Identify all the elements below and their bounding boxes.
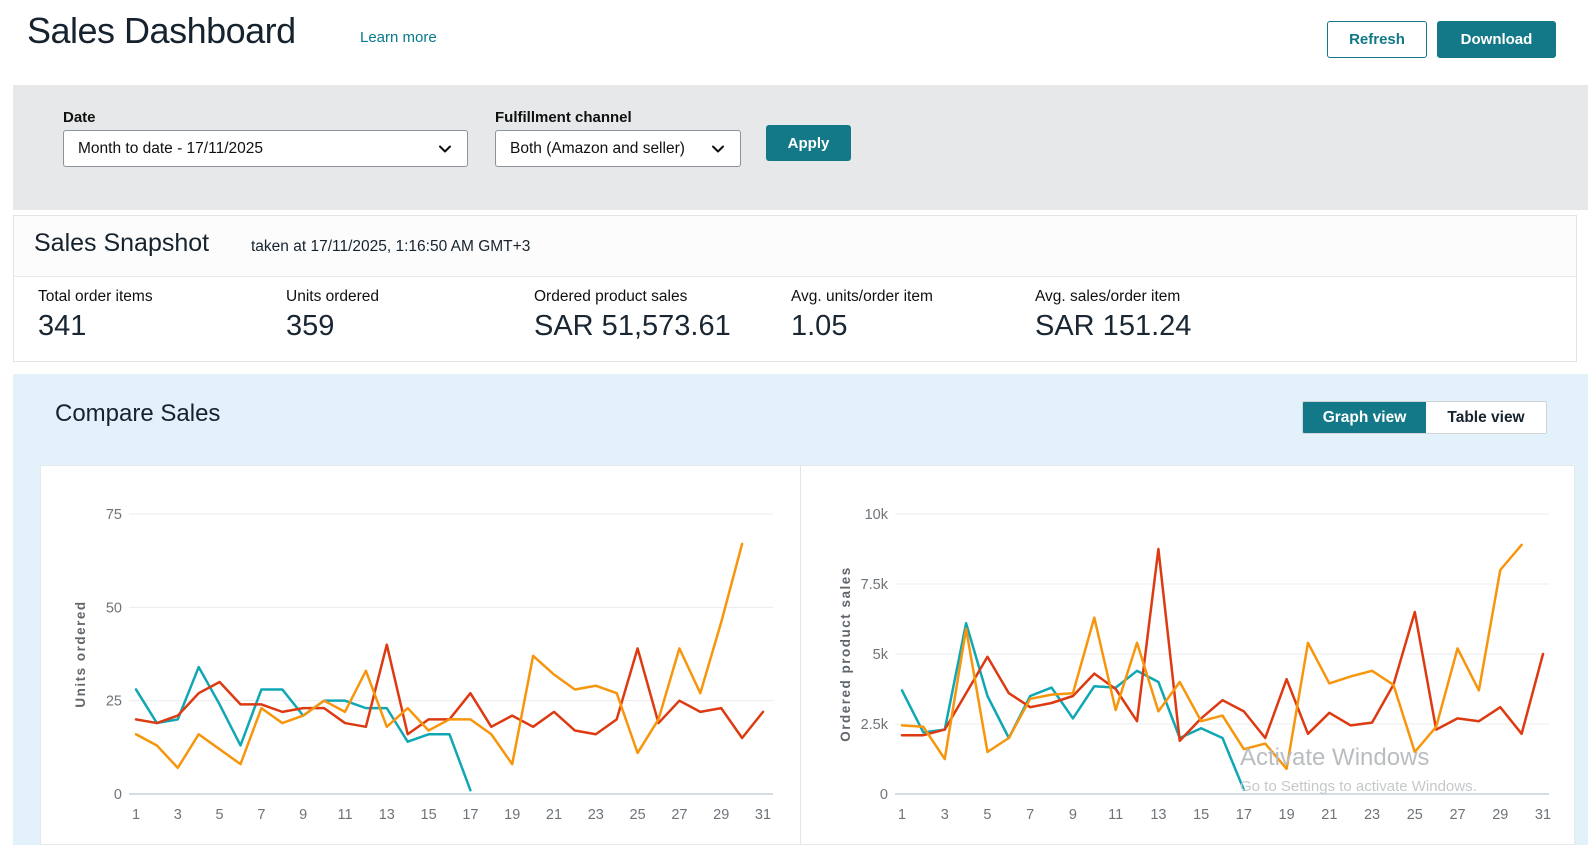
units-ordered-chart-panel: 0 25 50 75 1 3 5 7 9 11 13 15 17 19 21 23 25 27 29 31 Units … [41,466,800,844]
units-ordered-line-chart: 02550751 3 5 7 9 11 13 15 17 19 21 23 25 27 29 31Units … [73,507,773,823]
svg-text:0: 0 [880,787,888,803]
metric-avg-sales-per-order-item: Avg. sales/order item SAR 151.24 [1035,288,1191,343]
svg-text:17: 17 [1236,807,1252,823]
svg-text:25: 25 [1407,807,1423,823]
ordered-product-sales-line-chart: 02.5k5k7.5k10k1 3 5 7 9 11 13 15 17 19 21 23 25 27 29 3… [838,507,1551,823]
svg-text:19: 19 [504,807,520,823]
metric-avg-units-per-order-item: Avg. units/order item 1.05 [791,288,933,343]
sales-snapshot-header: Sales Snapshot taken at 17/11/2025, 1:16… [14,216,1576,277]
svg-text:0: 0 [114,787,122,803]
svg-text:9: 9 [299,807,307,823]
svg-text:7.5k: 7.5k [861,577,889,593]
sales-dashboard-page: Sales Dashboard Learn more Refresh Downl… [0,0,1588,845]
filter-bar: Date Month to date - 17/11/2025 Fulfillm… [13,85,1588,210]
svg-text:27: 27 [1449,807,1465,823]
table-view-button[interactable]: Table view [1426,402,1546,433]
metric-ordered-product-sales: Ordered product sales SAR 51,573.61 [534,288,731,343]
svg-text:Ordered product sales: Ordered product sales [838,566,853,742]
metric-total-order-items: Total order items 341 [38,288,153,343]
chevron-down-icon [712,145,724,152]
page-title: Sales Dashboard [27,10,296,51]
metric-label: Avg. units/order item [791,288,933,305]
metric-label: Units ordered [286,288,380,305]
date-select-value: Month to date - 17/11/2025 [78,139,263,157]
svg-text:5: 5 [216,807,224,823]
svg-text:17: 17 [462,807,478,823]
svg-text:15: 15 [421,807,437,823]
compare-sales-title: Compare Sales [55,400,221,427]
metric-value: 341 [38,310,87,342]
svg-text:3: 3 [174,807,182,823]
svg-text:25: 25 [630,807,646,823]
download-button[interactable]: Download [1437,21,1556,58]
svg-text:1: 1 [898,807,906,823]
svg-text:9: 9 [1069,807,1077,823]
metric-value: 359 [286,310,335,342]
fulfillment-channel-value: Both (Amazon and seller) [510,139,685,157]
svg-text:25: 25 [106,694,122,710]
date-label: Date [63,109,96,126]
svg-text:7: 7 [257,807,265,823]
snapshot-timestamp: taken at 17/11/2025, 1:16:50 AM GMT+3 [251,238,531,255]
sales-snapshot-card: Sales Snapshot taken at 17/11/2025, 1:16… [13,215,1577,362]
compare-sales-chart-card: 0 25 50 75 1 3 5 7 9 11 13 15 17 19 21 23 25 27 29 31 Units … [40,465,1575,845]
svg-text:5: 5 [983,807,991,823]
svg-text:15: 15 [1193,807,1209,823]
metric-label: Avg. sales/order item [1035,288,1181,305]
svg-text:19: 19 [1279,807,1295,823]
metric-value: 1.05 [791,310,848,342]
metric-label: Ordered product sales [534,288,688,305]
svg-text:31: 31 [755,807,771,823]
svg-text:29: 29 [713,807,729,823]
svg-text:2.5k: 2.5k [861,717,889,733]
svg-text:31: 31 [1535,807,1551,823]
compare-sales-section: Compare Sales Graph view Table view 0 25 5… [13,374,1588,845]
chevron-down-icon [439,145,451,152]
svg-text:50: 50 [106,600,122,616]
metric-label: Total order items [38,288,153,305]
metric-value: SAR 151.24 [1035,310,1192,342]
metric-units-ordered: Units ordered 359 [286,288,379,343]
svg-text:1: 1 [132,807,140,823]
view-toggle: Graph view Table view [1302,401,1547,434]
date-select[interactable]: Month to date - 17/11/2025 [63,130,468,167]
svg-text:75: 75 [106,507,122,523]
svg-text:29: 29 [1492,807,1508,823]
sales-snapshot-title: Sales Snapshot [34,229,210,257]
graph-view-button[interactable]: Graph view [1303,402,1426,433]
ordered-product-sales-chart-panel: 0 2.5k 5k 7.5k 10k 1 3 5 7 9 11 13 15 17 19 21 23 25 27 29 3… [800,466,1574,844]
svg-text:27: 27 [671,807,687,823]
apply-button[interactable]: Apply [766,125,851,161]
svg-text:23: 23 [588,807,604,823]
metric-value: SAR 51,573.61 [534,310,731,342]
svg-text:Units ordered: Units ordered [73,600,88,707]
svg-text:5k: 5k [873,647,889,663]
svg-text:10k: 10k [865,507,889,523]
svg-text:13: 13 [379,807,395,823]
refresh-button[interactable]: Refresh [1327,21,1427,58]
svg-text:11: 11 [1108,807,1123,823]
svg-text:11: 11 [337,807,352,823]
fulfillment-channel-select[interactable]: Both (Amazon and seller) [495,130,741,167]
svg-text:21: 21 [546,807,562,823]
svg-text:21: 21 [1321,807,1337,823]
learn-more-link[interactable]: Learn more [360,29,437,46]
svg-text:23: 23 [1364,807,1380,823]
fulfillment-channel-label: Fulfillment channel [495,109,632,126]
svg-text:3: 3 [941,807,949,823]
svg-text:7: 7 [1026,807,1034,823]
svg-text:13: 13 [1150,807,1166,823]
